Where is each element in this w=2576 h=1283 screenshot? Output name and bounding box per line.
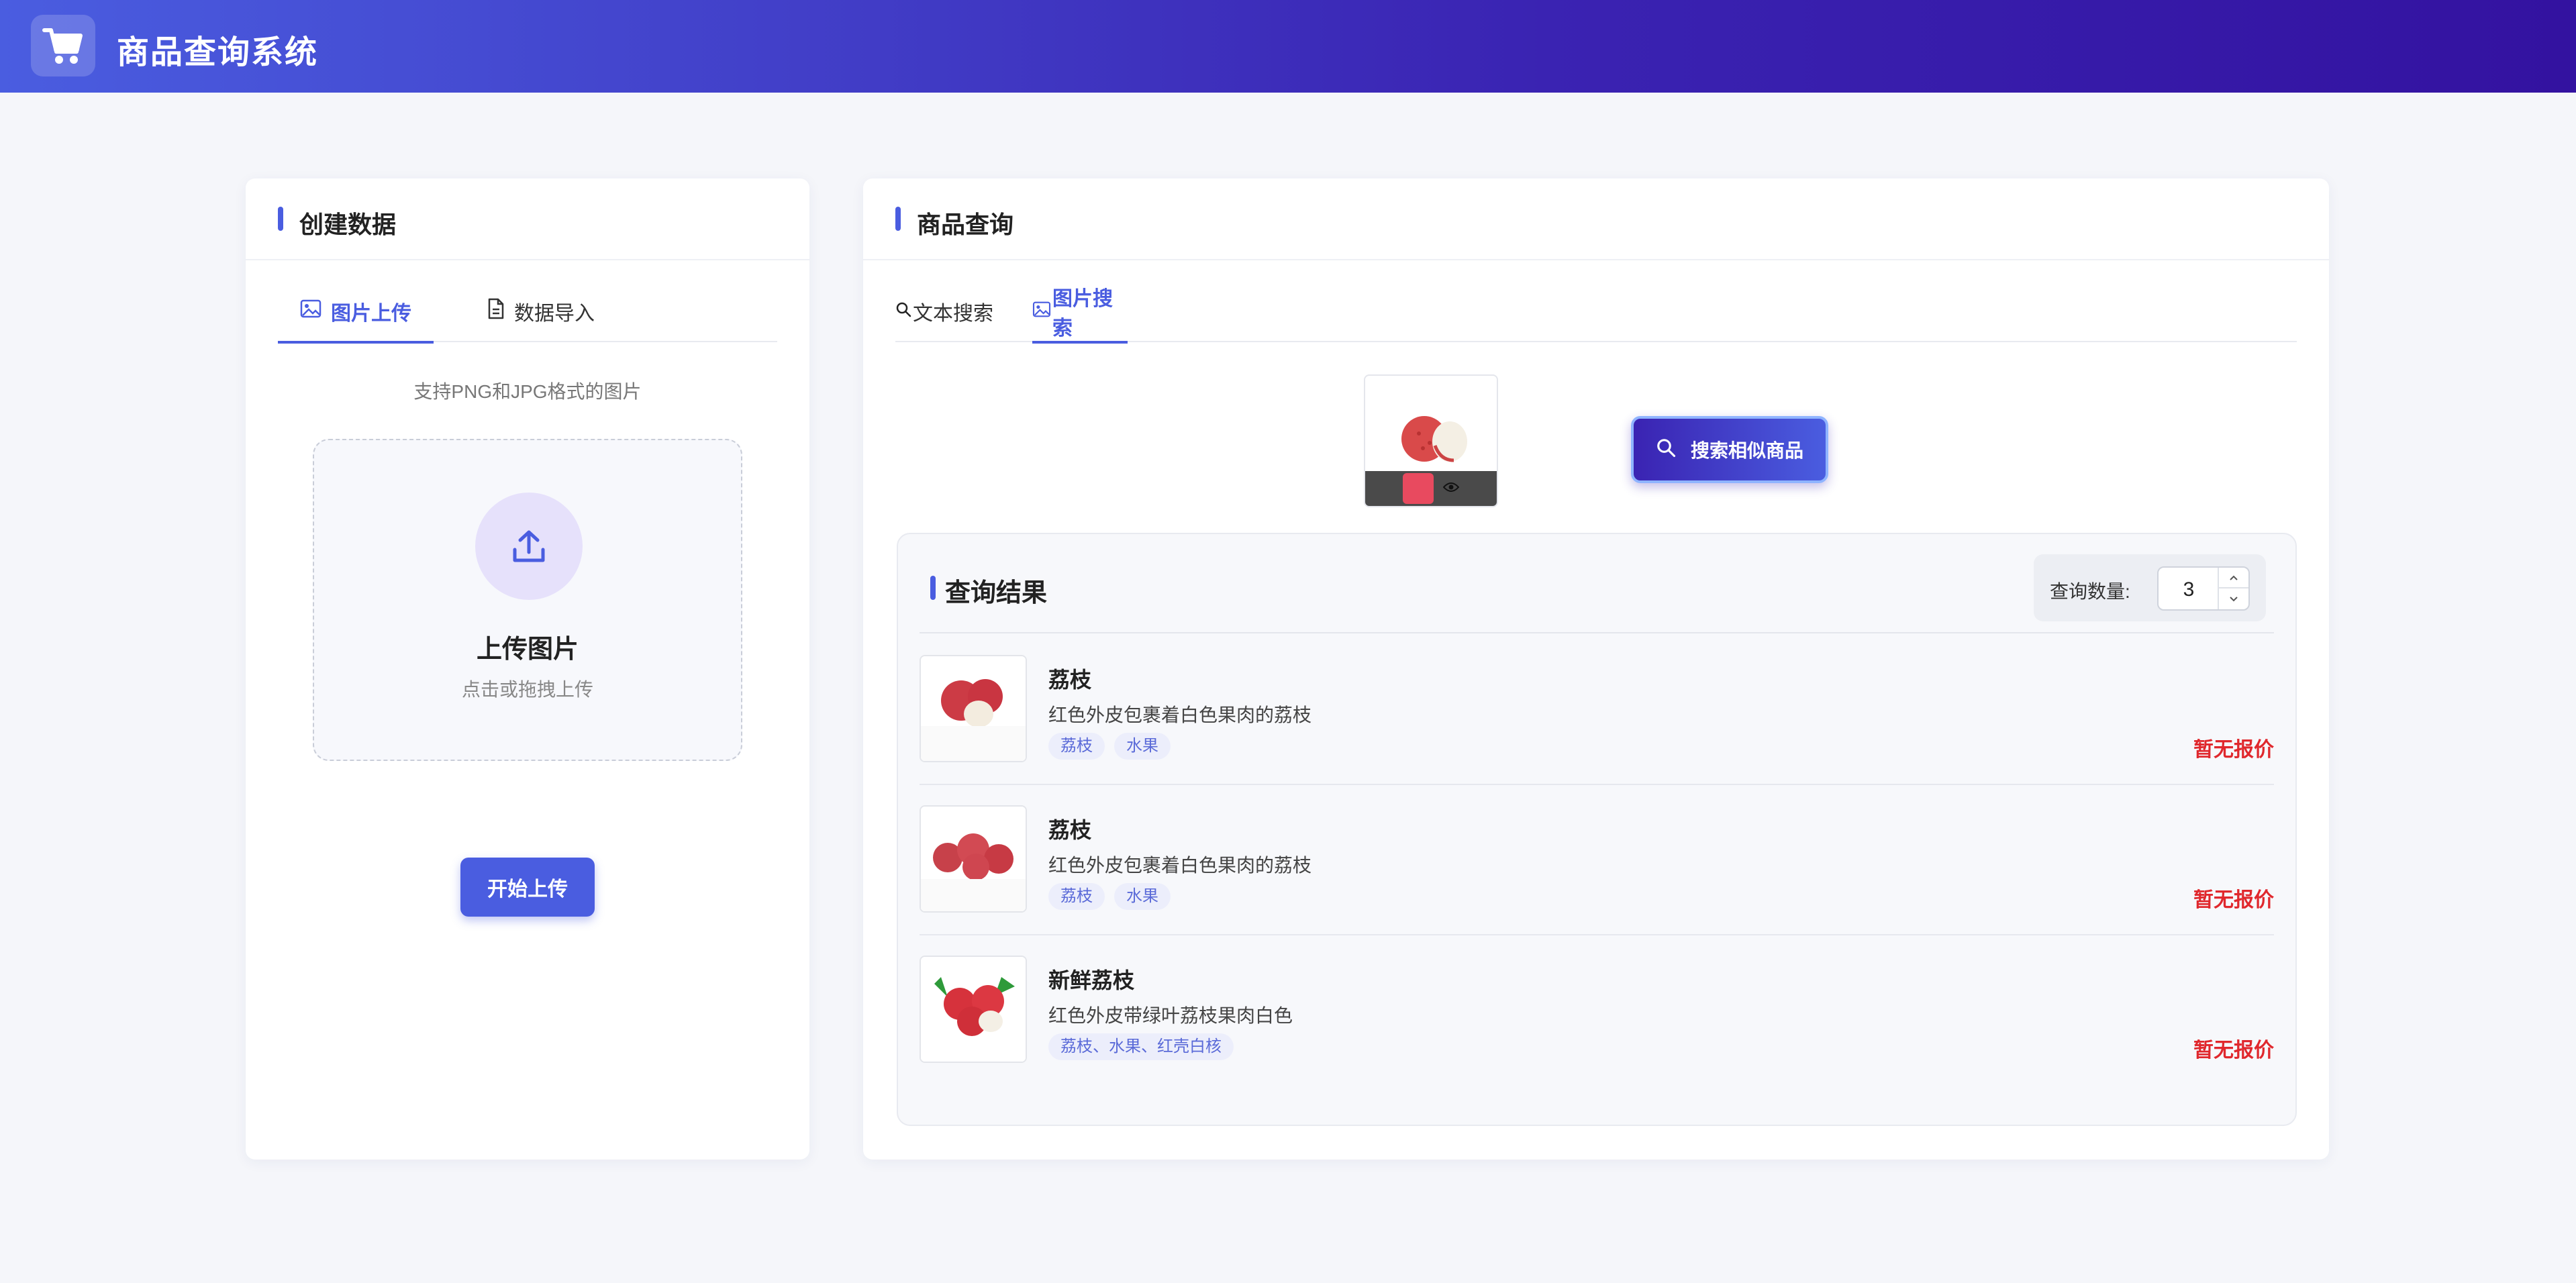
product-description: 红色外皮带绿叶荔枝果肉白色 xyxy=(1048,1001,1293,1028)
format-hint: 支持PNG和JPG格式的图片 xyxy=(246,377,809,404)
quantity-stepper[interactable]: 3 xyxy=(2157,566,2250,611)
quantity-control: 查询数量: 3 xyxy=(2034,554,2266,621)
image-icon xyxy=(1032,300,1051,323)
results-title: 查询结果 xyxy=(945,572,1047,609)
product-query-card: 商品查询 文本搜索 图片搜索 xyxy=(863,178,2329,1160)
product-tag: 水果 xyxy=(1114,733,1171,760)
search-icon xyxy=(1656,438,1676,462)
quantity-label: 查询数量: xyxy=(2050,577,2130,604)
tab-image-search[interactable]: 图片搜索 xyxy=(1032,280,1128,342)
result-item[interactable]: 荔枝 红色外皮包裹着白色果肉的荔枝 荔枝 水果 暂无报价 xyxy=(920,785,2274,935)
create-data-tabs: 图片上传 数据导入 xyxy=(278,280,777,342)
product-tags: 荔枝、水果、红壳白核 xyxy=(1048,1033,1234,1060)
product-tag: 水果 xyxy=(1114,883,1171,910)
product-name: 新鲜荔枝 xyxy=(1048,964,1134,994)
product-tag: 荔枝 xyxy=(1048,883,1105,910)
product-tag: 荔枝、水果、红壳白核 xyxy=(1048,1033,1234,1060)
dropzone-title: 上传图片 xyxy=(314,628,741,665)
product-name: 荔枝 xyxy=(1048,663,1091,694)
query-tabs: 文本搜索 图片搜索 xyxy=(895,280,2297,342)
result-item[interactable]: 新鲜荔枝 红色外皮带绿叶荔枝果肉白色 荔枝、水果、红壳白核 暂无报价 xyxy=(920,935,2274,1086)
tab-label: 图片搜索 xyxy=(1052,282,1128,341)
product-tags: 荔枝 水果 xyxy=(1048,883,1171,910)
product-thumbnail xyxy=(920,805,1027,913)
dropzone-subtitle: 点击或拖拽上传 xyxy=(314,675,741,702)
title-accent-bar xyxy=(930,576,936,600)
product-thumbnail xyxy=(920,655,1027,762)
upload-icon xyxy=(475,493,583,600)
button-label: 搜索相似商品 xyxy=(1691,436,1803,463)
result-item[interactable]: 荔枝 红色外皮包裹着白色果肉的荔枝 荔枝 水果 暂无报价 xyxy=(920,635,2274,785)
app-title: 商品查询系统 xyxy=(117,25,318,72)
chevron-down-icon[interactable] xyxy=(2219,588,2248,609)
card-header: 创建数据 xyxy=(246,178,809,260)
product-thumbnail xyxy=(920,956,1027,1063)
app-header: 商品查询系统 xyxy=(0,0,2576,93)
preview-actions xyxy=(1365,471,1497,506)
tab-label: 数据导入 xyxy=(514,297,595,326)
create-data-card: 创建数据 图片上传 数据导入 支持PNG和JPG格式的图片 上传图片 点击或拖拽… xyxy=(246,178,809,1160)
product-tags: 荔枝 水果 xyxy=(1048,733,1171,760)
image-icon xyxy=(300,299,321,323)
uploaded-image-preview[interactable] xyxy=(1364,374,1498,507)
title-accent-bar xyxy=(278,207,283,231)
tab-label: 文本搜索 xyxy=(913,297,993,326)
product-description: 红色外皮包裹着白色果肉的荔枝 xyxy=(1048,851,1311,878)
eye-icon[interactable] xyxy=(1443,482,1459,496)
document-icon xyxy=(487,298,505,325)
search-icon xyxy=(895,300,911,323)
shopping-cart-icon xyxy=(31,15,95,76)
upload-dropzone[interactable]: 上传图片 点击或拖拽上传 xyxy=(313,439,742,761)
start-upload-button[interactable]: 开始上传 xyxy=(460,858,595,917)
product-name: 荔枝 xyxy=(1048,813,1091,844)
card-title: 商品查询 xyxy=(917,205,1013,240)
title-accent-bar xyxy=(895,207,901,231)
search-similar-button[interactable]: 搜索相似商品 xyxy=(1631,416,1828,483)
quantity-value[interactable]: 3 xyxy=(2159,578,2219,601)
product-price: 暂无报价 xyxy=(2193,1033,2274,1063)
lychee-image xyxy=(1365,393,1497,474)
product-price: 暂无报价 xyxy=(2193,883,2274,913)
product-price: 暂无报价 xyxy=(2193,733,2274,762)
chevron-up-icon[interactable] xyxy=(2219,568,2248,588)
tab-image-upload[interactable]: 图片上传 xyxy=(278,280,434,342)
quantity-spinner xyxy=(2218,568,2248,609)
product-description: 红色外皮包裹着白色果肉的荔枝 xyxy=(1048,701,1311,727)
card-header: 商品查询 xyxy=(863,178,2329,260)
delete-image-button[interactable] xyxy=(1403,473,1434,504)
query-results-panel: 查询结果 查询数量: 3 xyxy=(897,533,2297,1126)
tab-label: 图片上传 xyxy=(331,297,411,326)
product-tag: 荔枝 xyxy=(1048,733,1105,760)
tab-text-search[interactable]: 文本搜索 xyxy=(895,280,993,342)
tab-data-import[interactable]: 数据导入 xyxy=(487,280,595,342)
results-divider xyxy=(920,632,2274,633)
card-title: 创建数据 xyxy=(299,205,396,240)
